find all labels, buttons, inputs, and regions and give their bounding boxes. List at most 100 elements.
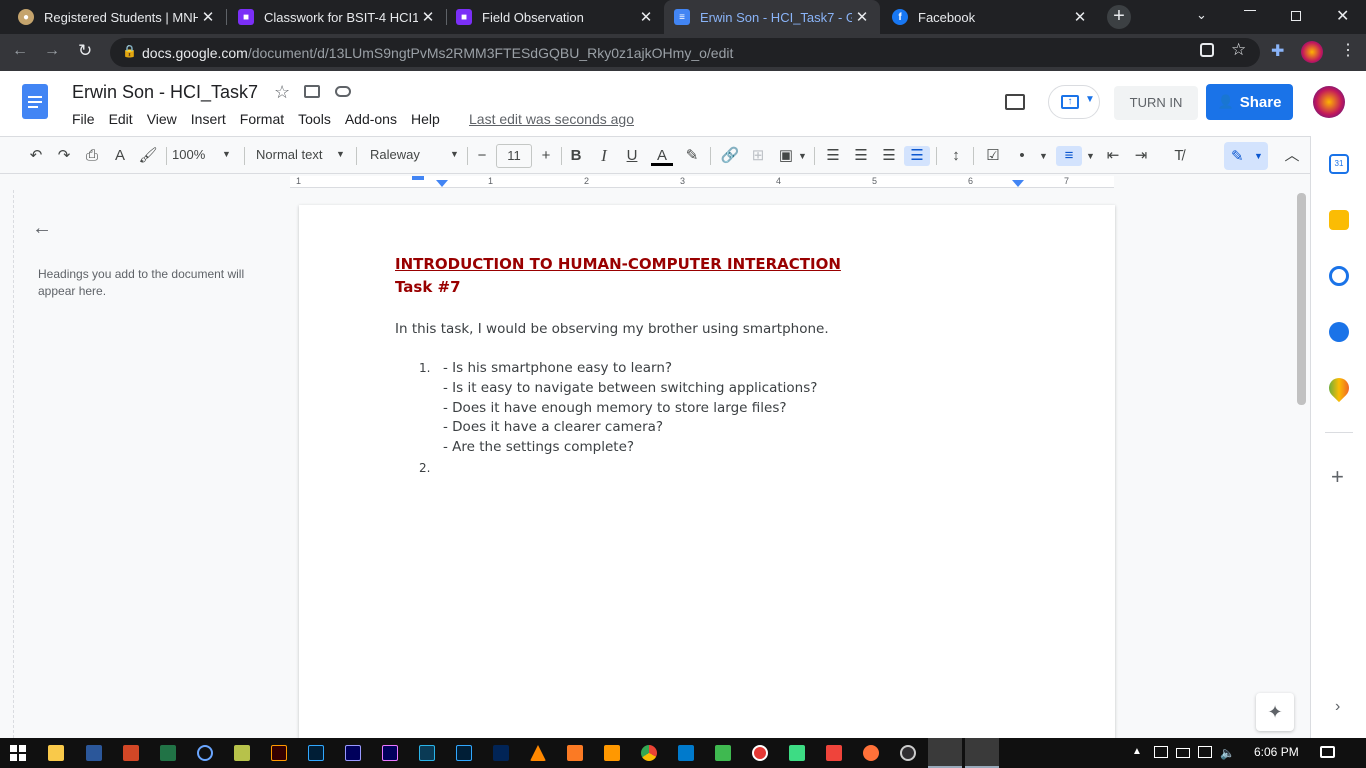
photoshop-icon[interactable] — [308, 745, 324, 761]
numbered-list-icon[interactable]: ≡ — [1056, 146, 1082, 166]
turn-in-button[interactable]: TURN IN — [1114, 86, 1198, 120]
bandicam-icon[interactable] — [234, 745, 250, 761]
recorder-icon[interactable] — [752, 745, 768, 761]
anydesk-icon[interactable] — [826, 745, 842, 761]
line-spacing-icon[interactable]: ↕ — [945, 146, 967, 166]
new-tab-button[interactable]: + — [1107, 5, 1131, 29]
chevron-down-icon[interactable]: ▼ — [798, 151, 807, 161]
close-tab-icon[interactable]: ✕ — [418, 8, 438, 26]
address-bar[interactable]: 🔒 docs.google.com /document/d/13LUmS9ngt… — [110, 38, 1260, 67]
increase-indent-icon[interactable]: ⇥ — [1130, 146, 1152, 166]
zoom-select[interactable]: 100% ▼ — [172, 147, 236, 162]
document-title[interactable]: Erwin Son - HCI_Task7 — [72, 82, 258, 103]
font-size-input[interactable]: 11 — [496, 144, 532, 168]
menu-insert[interactable]: Insert — [191, 111, 226, 127]
extensions-icon[interactable]: ✚ — [1271, 41, 1284, 61]
vlc-icon[interactable] — [530, 745, 546, 761]
file-explorer-icon[interactable] — [48, 745, 64, 761]
editing-mode-button[interactable]: ✎ ▼ — [1224, 142, 1268, 170]
tab-facebook[interactable]: f Facebook ✕ — [882, 0, 1098, 34]
last-edit-link[interactable]: Last edit was seconds ago — [469, 111, 634, 127]
decrease-font-size-button[interactable]: − — [471, 146, 493, 166]
spellcheck-icon[interactable]: A — [109, 146, 131, 166]
checklist-icon[interactable]: ☑ — [982, 146, 1004, 166]
chevron-down-icon[interactable]: ▼ — [1039, 151, 1048, 161]
battery-icon[interactable] — [1176, 748, 1190, 758]
contacts-icon[interactable] — [1329, 322, 1349, 342]
powerpoint-icon[interactable] — [123, 745, 139, 761]
menu-view[interactable]: View — [147, 111, 177, 127]
decrease-indent-icon[interactable]: ⇤ — [1102, 146, 1124, 166]
share-button[interactable]: 👤 Share — [1206, 84, 1293, 120]
present-button[interactable]: ↑ ▼ — [1048, 85, 1100, 119]
minimize-icon[interactable] — [1244, 10, 1256, 11]
close-tab-icon[interactable]: ✕ — [1070, 8, 1090, 26]
back-icon[interactable]: ← — [12, 42, 28, 60]
text-color-icon[interactable]: A — [651, 146, 673, 166]
star-icon[interactable]: ☆ — [274, 82, 290, 103]
close-tab-icon[interactable]: ✕ — [636, 8, 656, 26]
explore-button[interactable]: ✦ — [1256, 693, 1294, 731]
chrome-icon[interactable] — [641, 745, 657, 761]
close-window-icon[interactable]: ✕ — [1336, 6, 1349, 26]
android-studio-icon[interactable] — [789, 745, 805, 761]
tab-field-observation[interactable]: ■ Field Observation ✕ — [446, 0, 664, 34]
justify-icon[interactable]: ☰ — [904, 146, 930, 166]
increase-font-size-button[interactable]: + — [535, 146, 557, 166]
obs-icon[interactable] — [900, 745, 916, 761]
word-icon[interactable] — [86, 745, 102, 761]
tray-chevron-icon[interactable]: ▲ — [1132, 746, 1142, 757]
snipping-tool-icon[interactable] — [965, 738, 999, 768]
add-addon-icon[interactable]: + — [1331, 464, 1344, 490]
italic-icon[interactable]: I — [593, 146, 615, 166]
underline-icon[interactable]: U — [621, 146, 643, 166]
bold-icon[interactable]: B — [565, 146, 587, 166]
bookmark-star-icon[interactable]: ☆ — [1231, 40, 1246, 60]
comment-history-icon[interactable] — [1005, 94, 1025, 110]
windows-start-icon[interactable] — [10, 745, 26, 761]
vegas-icon[interactable] — [419, 745, 435, 761]
xampp-icon[interactable] — [567, 745, 583, 761]
illustrator-icon[interactable] — [271, 745, 287, 761]
profile-avatar[interactable] — [1301, 41, 1323, 63]
add-comment-icon[interactable]: ⊞ — [747, 146, 769, 166]
highlight-icon[interactable]: ✎ — [681, 146, 703, 166]
close-tab-icon[interactable]: ✕ — [852, 8, 872, 26]
tab-classwork[interactable]: ■ Classwork for BSIT-4 HCI1 4 ✕ — [228, 0, 446, 34]
premiere-icon[interactable] — [382, 745, 398, 761]
clear-formatting-icon[interactable]: T̸ — [1168, 146, 1190, 166]
account-avatar[interactable] — [1313, 86, 1345, 118]
menu-help[interactable]: Help — [411, 111, 440, 127]
insert-image-icon[interactable]: ▣ — [775, 146, 797, 166]
maps-icon[interactable] — [1324, 373, 1354, 403]
tasks-icon[interactable] — [1329, 266, 1349, 286]
sublime-icon[interactable] — [604, 745, 620, 761]
font-select[interactable]: Raleway ▼ — [370, 147, 462, 162]
close-tab-icon[interactable]: ✕ — [198, 8, 218, 26]
paint-format-icon[interactable]: 🖌 — [137, 146, 159, 166]
redo-icon[interactable]: ↷ — [53, 146, 75, 166]
vscode-icon[interactable] — [678, 745, 694, 761]
excel-icon[interactable] — [160, 745, 176, 761]
after-effects-icon[interactable] — [345, 745, 361, 761]
expand-panel-icon[interactable]: › — [1335, 698, 1340, 716]
print-icon[interactable]: ⎙ — [81, 146, 103, 166]
chevron-down-icon[interactable]: ▼ — [1086, 151, 1095, 161]
clock[interactable]: 6:06 PM — [1254, 745, 1299, 759]
bulleted-list-icon[interactable]: • — [1011, 146, 1033, 166]
network-icon[interactable] — [1154, 746, 1168, 758]
volume-icon[interactable]: 🔈 — [1220, 746, 1235, 760]
lightroom-icon[interactable] — [456, 745, 472, 761]
powershell-icon[interactable] — [493, 745, 509, 761]
reload-icon[interactable]: ↻ — [78, 41, 92, 61]
document-scrollbar[interactable] — [1297, 193, 1306, 405]
first-line-indent-marker[interactable] — [412, 176, 424, 180]
tab-registered-students[interactable]: ● Registered Students | MNHS ✕ — [8, 0, 226, 34]
undo-icon[interactable]: ↶ — [25, 146, 47, 166]
cloud-status-icon[interactable] — [335, 86, 351, 97]
move-folder-icon[interactable] — [304, 85, 320, 98]
wifi-icon[interactable] — [1198, 746, 1212, 758]
docs-logo-icon[interactable] — [22, 84, 48, 119]
document-page[interactable]: INTRODUCTION TO HUMAN-COMPUTER INTERACTI… — [299, 205, 1115, 738]
infinity-app-icon[interactable] — [197, 745, 213, 761]
